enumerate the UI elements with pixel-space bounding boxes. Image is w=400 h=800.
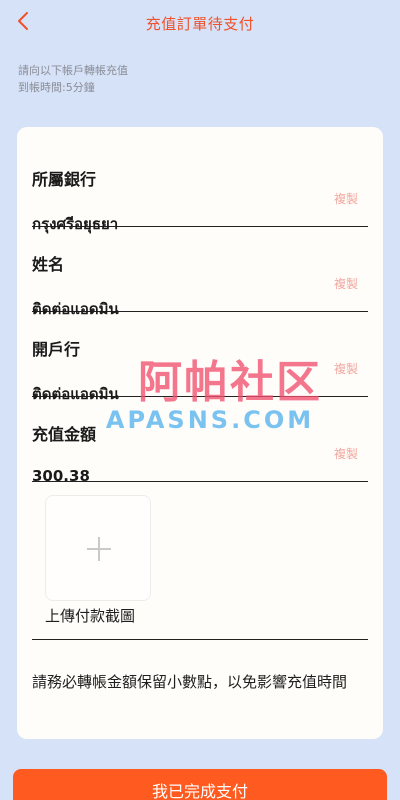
field-bank: 所屬銀行 複製 กรุงศรีอยุธยา [32,142,368,233]
payment-card: 所屬銀行 複製 กรุงศรีอยุธยา 姓名 複製 ติดต่อแอดมิน… [17,127,383,739]
arrival-time: 到帳時間:5分鐘 [18,81,95,94]
copy-bank-button[interactable]: 複製 [334,190,358,207]
divider [32,639,368,640]
complete-payment-button[interactable]: 我已完成支付 [13,769,387,800]
field-branch: 開戶行 複製 ติดต่อแอดมิน [32,312,368,403]
field-amount: 充值金額 複製 300.38 [32,397,368,485]
upload-screenshot-button[interactable] [45,495,151,601]
copy-name-button[interactable]: 複製 [334,275,358,292]
upload-label: 上傳付款截圖 [45,607,136,625]
page-title: 充值訂單待支付 [145,15,255,33]
field-value: 300.38 [32,467,90,485]
copy-branch-button[interactable]: 複製 [334,360,358,377]
copy-amount-button[interactable]: 複製 [334,445,358,462]
transfer-instructions: 請向以下帳戶轉帳充值 到帳時間:5分鐘 [18,62,128,96]
page: 充值訂單待支付 請向以下帳戶轉帳充值 到帳時間:5分鐘 所屬銀行 複製 กรุง… [0,0,400,800]
notice-text: 請務必轉帳金額保留小數點，以免影響充值時間 [32,673,348,691]
field-label: 開戶行 [32,340,81,359]
field-label: 充值金額 [32,425,97,444]
field-name: 姓名 複製 ติดต่อแอดมิน [32,227,368,318]
field-label: 姓名 [32,255,65,274]
header: 充值訂單待支付 [0,0,400,46]
field-label: 所屬銀行 [32,170,97,189]
instruction-line: 請向以下帳戶轉帳充值 [18,64,128,77]
plus-icon [87,537,111,561]
